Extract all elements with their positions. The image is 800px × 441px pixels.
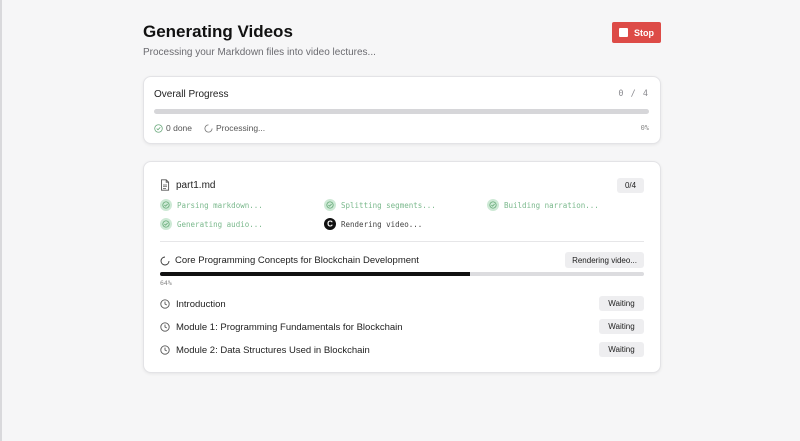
segment-status-badge: Waiting (599, 342, 644, 357)
step-label: Rendering video... (341, 219, 423, 229)
divider (160, 241, 644, 242)
overall-progress-card: Overall Progress 0 / 4 0 done Processing… (143, 76, 661, 144)
segment-row-module-1: Module 1: Programming Fundamentals for B… (160, 319, 644, 335)
check-circle-icon (160, 218, 172, 230)
clock-icon (160, 322, 170, 332)
step-splitting-segments: Splitting segments... (324, 199, 436, 211)
overall-progress-title: Overall Progress (154, 89, 229, 100)
spinner-icon (160, 256, 170, 265)
clock-icon (160, 345, 170, 355)
step-parsing-markdown: Parsing markdown... (160, 199, 263, 211)
stop-button-label: Stop (634, 27, 654, 38)
file-name: part1.md (176, 179, 216, 191)
done-count-label: 0 done (166, 123, 192, 133)
step-building-narration: Building narration... (487, 199, 599, 211)
file-header: part1.md (160, 179, 215, 191)
segment-status-badge: Waiting (599, 296, 644, 311)
segment-status-badge: Rendering video... (565, 252, 644, 268)
active-step-icon: C (324, 218, 336, 230)
step-rendering-video: C Rendering video... (324, 218, 422, 230)
segment-title: Core Programming Concepts for Blockchain… (175, 255, 419, 266)
stop-icon (619, 28, 628, 37)
step-label: Building narration... (504, 200, 599, 210)
main-container: Generating Videos Processing your Markdo… (143, 0, 661, 373)
page-header: Generating Videos Processing your Markdo… (143, 0, 661, 76)
check-circle-icon (160, 199, 172, 211)
segment-progress-percent: 64% (160, 279, 172, 287)
segment-title: Module 2: Data Structures Used in Blockc… (176, 344, 370, 356)
segment-row-module-2: Module 2: Data Structures Used in Blockc… (160, 342, 644, 358)
overall-progress-bar (154, 109, 649, 114)
page-subtitle: Processing your Markdown files into vide… (143, 47, 376, 58)
spinner-icon (204, 123, 213, 132)
overall-progress-meta: 0 done Processing... (154, 123, 277, 133)
segment-row-introduction: Introduction Waiting (160, 296, 644, 312)
step-label: Parsing markdown... (177, 200, 263, 210)
page-title: Generating Videos (143, 22, 293, 41)
segment-progress-fill (160, 272, 470, 276)
step-label: Splitting segments... (341, 200, 436, 210)
segment-title: Module 1: Programming Fundamentals for B… (176, 321, 403, 333)
file-progress-badge: 0/4 (617, 178, 644, 193)
check-circle-icon (154, 123, 163, 133)
check-circle-icon (324, 199, 336, 211)
window-edge (0, 0, 2, 441)
stop-button[interactable]: Stop (612, 22, 661, 43)
overall-progress-percent: 0% (640, 124, 649, 132)
step-label: Generating audio... (177, 219, 263, 229)
processing-status: Processing... (204, 123, 265, 133)
svg-text:C: C (327, 220, 333, 229)
segment-progress-bar (160, 272, 644, 276)
segment-status-badge: Waiting (599, 319, 644, 334)
processing-label: Processing... (216, 123, 266, 133)
file-icon (161, 179, 170, 191)
segment-title-row: Core Programming Concepts for Blockchain… (160, 255, 419, 266)
step-generating-audio: Generating audio... (160, 218, 263, 230)
check-circle-icon (487, 199, 499, 211)
overall-progress-count: 0 / 4 (618, 89, 649, 99)
clock-icon (160, 299, 170, 309)
segment-active: Core Programming Concepts for Blockchain… (160, 252, 644, 292)
segment-title: Introduction (176, 298, 226, 310)
done-count: 0 done (154, 123, 192, 133)
file-card: part1.md 0/4 Parsing markdown... Splitti… (143, 161, 661, 373)
